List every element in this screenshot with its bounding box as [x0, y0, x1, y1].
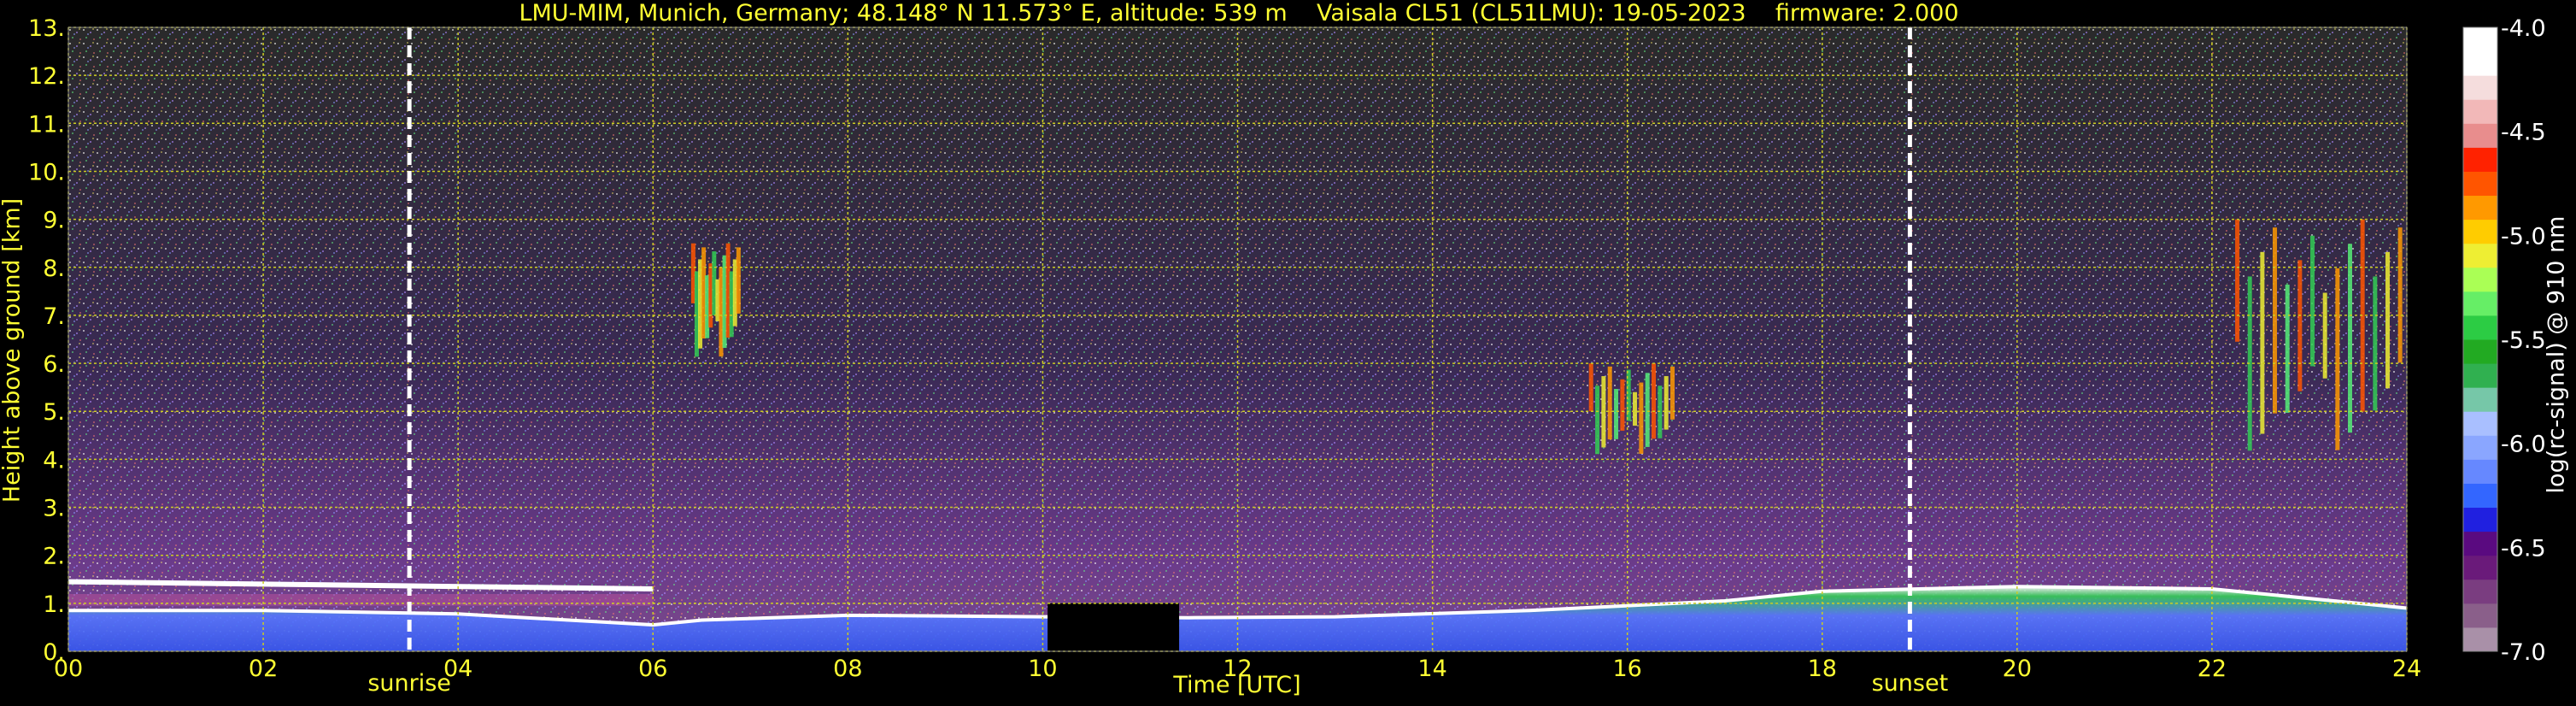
colorbar-segment-3	[2463, 555, 2497, 580]
x-tick-label-22: 22	[2198, 656, 2227, 682]
cloud-streak-0-10	[1652, 363, 1657, 439]
x-tick-label-20: 20	[2003, 656, 2032, 682]
colorbar-tick-3: -5.5	[2501, 327, 2546, 354]
cloud-streak-1-8	[2335, 268, 2340, 450]
colorbar-segment-12	[2463, 339, 2497, 364]
cloud-streak-1-3	[2273, 227, 2278, 414]
colorbar-segment-4	[2463, 531, 2497, 556]
colorbar-segment-2	[2463, 579, 2497, 604]
colorbar-tick-1: -4.5	[2501, 120, 2546, 146]
y-tick-label-11: 11.	[28, 111, 65, 138]
data-gap	[1047, 603, 1180, 651]
x-tick-label-04: 04	[443, 656, 472, 682]
colorbar-segment-5	[2463, 507, 2497, 532]
y-tick-label-12: 12.	[28, 63, 65, 90]
colorbar-tick-4: -6.0	[2501, 432, 2546, 458]
x-tick-label-10: 10	[1028, 656, 1057, 682]
colorbar-segment-19	[2463, 171, 2497, 197]
cloud-streak-0-8	[1639, 382, 1644, 454]
cloud-streak-0-4	[1614, 389, 1619, 439]
y-tick-label-8: 8.	[43, 256, 65, 282]
cloud-streak-1-9	[2348, 244, 2353, 433]
colorbar-segment-25	[2463, 27, 2497, 52]
cloud-streak-1-11	[2373, 276, 2378, 411]
colorbar-tick-5: -6.5	[2501, 535, 2546, 562]
y-tick-label-4: 4.	[43, 447, 65, 474]
colorbar-tick-2: -5.0	[2501, 223, 2546, 250]
colorbar: -4.0 -4.5 -5.0 -5.5 -6.0 -6.5 -7.0	[2462, 15, 2546, 666]
cloud-streak-1-13	[2397, 227, 2403, 363]
x-tick-label-16: 16	[1612, 656, 1641, 682]
residual-layer-band	[68, 594, 654, 606]
colorbar-segment-15	[2463, 267, 2497, 292]
colorbar-segment-11	[2463, 363, 2497, 388]
cloud-streak-0-3	[1607, 366, 1612, 440]
colorbar-segment-8	[2463, 435, 2497, 460]
colorbar-segment-6	[2463, 483, 2497, 509]
colorbar-segment-23	[2463, 75, 2497, 100]
y-tick-label-1: 1.	[43, 591, 65, 618]
x-tick-label-18: 18	[1808, 656, 1837, 682]
y-tick-label-0: 0.	[43, 639, 65, 666]
y-tick-label-5: 5.	[43, 399, 65, 426]
x-tick-label-08: 08	[833, 656, 862, 682]
colorbar-segment-13	[2463, 315, 2497, 340]
cloud-streak-1-6	[2310, 235, 2315, 367]
cloud-streak-2-13	[736, 247, 741, 314]
cloud-streak-1-5	[2297, 260, 2303, 391]
x-tick-label-02: 02	[249, 656, 278, 682]
y-tick-label-13: 13.	[28, 15, 65, 42]
cloud-streak-1-4	[2285, 284, 2290, 413]
x-tick-label-06: 06	[638, 656, 667, 682]
cloud-streak-1-12	[2385, 251, 2391, 389]
cloud-streak-0-9	[1645, 373, 1650, 447]
y-tick-label-7: 7.	[43, 303, 65, 330]
cloud-streak-1-7	[2322, 292, 2327, 379]
cloud-streak-1-2	[2260, 251, 2265, 434]
colorbar-segment-14	[2463, 291, 2497, 316]
y-tick-label-3: 3.	[43, 496, 65, 522]
cloud-streak-0-12	[1664, 376, 1669, 430]
colorbar-segment-16	[2463, 243, 2497, 268]
x-tick-label-24: 24	[2392, 656, 2421, 682]
colorbar-segment-24	[2463, 51, 2497, 76]
y-tick-label-6: 6.	[43, 351, 65, 378]
colorbar-segment-0	[2463, 627, 2497, 652]
colorbar-segment-20	[2463, 147, 2497, 172]
cloud-streak-0-0	[1588, 363, 1593, 412]
y-tick-label-9: 9.	[43, 208, 65, 234]
colorbar-segment-1	[2463, 603, 2497, 628]
cloud-streak-0-11	[1658, 385, 1663, 438]
colorbar-segment-7	[2463, 459, 2497, 484]
cloud-streak-0-7	[1633, 391, 1638, 427]
y-tick-label-2: 2.	[43, 544, 65, 570]
colorbar-segment-21	[2463, 123, 2497, 148]
x-tick-label-12: 12	[1223, 656, 1252, 682]
backscatter-heatmap: 00 02 04 06 08 10 12 14 16 18 20 22 240.1.2.3.4.5.6.…	[28, 15, 2546, 682]
colorbar-segment-18	[2463, 195, 2497, 221]
colorbar-segment-22	[2463, 99, 2497, 124]
colorbar-tick-6: -7.0	[2501, 639, 2546, 666]
x-tick-label-14: 14	[1417, 656, 1446, 682]
cloud-streak-1-0	[2235, 219, 2240, 342]
cloud-streak-0-1	[1595, 385, 1600, 455]
colorbar-tick-0: -4.0	[2501, 15, 2546, 42]
colorbar-segment-17	[2463, 219, 2497, 244]
colorbar-segment-10	[2463, 387, 2497, 412]
cloud-streak-0-5	[1620, 379, 1625, 431]
y-tick-label-10: 10.	[28, 159, 65, 185]
colorbar-segment-9	[2463, 411, 2497, 436]
